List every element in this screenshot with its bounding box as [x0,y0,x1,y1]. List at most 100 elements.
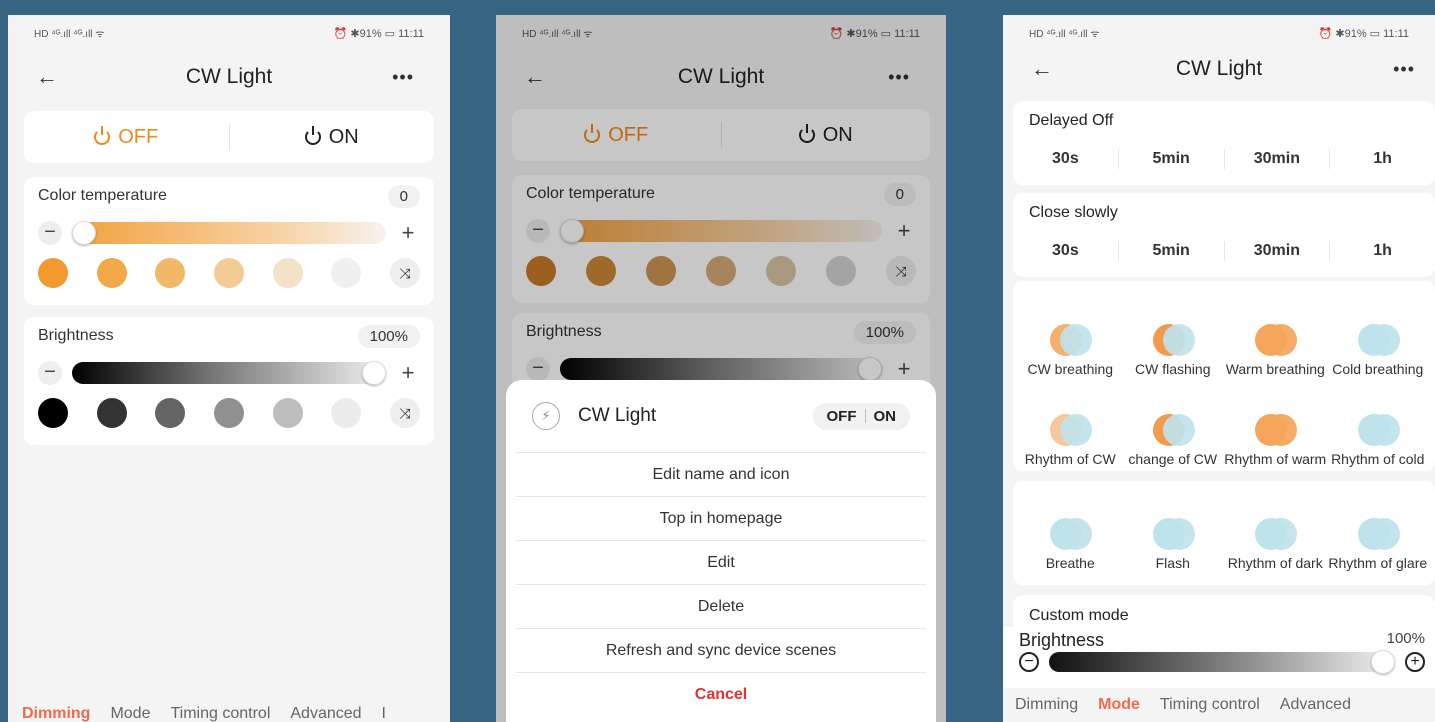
slider-knob[interactable] [362,361,386,385]
mode-icon-right [1367,414,1400,446]
nav-bar: ← CW Light ••• [1003,47,1435,91]
mode-label: Cold breathing [1332,361,1424,377]
increase-brightness-button[interactable]: + [1405,652,1425,672]
device-name: CW Light [578,405,657,426]
preset-swatch[interactable] [38,398,68,428]
mode-label: Breathe [1045,555,1095,571]
time-option[interactable]: 30s [1013,150,1118,168]
tab-mode[interactable]: Mode [110,705,150,722]
time-option[interactable]: 30s [1013,242,1118,260]
on-button[interactable]: ON [230,126,435,149]
temperature-presets: ⤨ [24,251,434,295]
tab-timing-control[interactable]: Timing control [1160,696,1260,714]
mode-bulb-icon [1251,516,1299,552]
mode-item[interactable]: CW breathing [1019,297,1122,377]
time-option[interactable]: 30min [1225,150,1330,168]
mode-icon-right [1265,414,1298,446]
decrease-brightness-button[interactable]: − [1019,652,1039,672]
preset-swatch[interactable] [331,258,362,288]
back-arrow-icon[interactable]: ← [36,64,58,90]
preset-swatch[interactable] [213,398,244,428]
cancel-button[interactable]: Cancel [516,672,926,716]
mode-item[interactable]: Rhythm of warm [1224,387,1327,467]
preset-swatch[interactable] [96,398,127,428]
mode-item[interactable]: Rhythm of CW [1019,387,1122,467]
mode-icon-right [1162,324,1195,356]
back-arrow-icon[interactable]: ← [1031,56,1053,82]
preset-swatch[interactable] [331,398,362,428]
refresh-sync-scenes-item[interactable]: Refresh and sync device scenes [516,628,926,672]
mode-bulb-icon [1149,412,1197,448]
mode-item[interactable]: Rhythm of dark [1224,491,1327,571]
preset-swatch[interactable] [155,258,186,288]
signal-icons: HD ⁴ᴳ.ıll ⁴ᴳ.ıll ᯤ [1029,29,1100,40]
preset-swatch[interactable] [155,398,186,428]
delayed-off-options: 30s 5min 30min 1h [1013,141,1435,177]
mode-icon-right [1060,414,1093,446]
preset-swatch[interactable] [96,258,127,288]
mode-icon-right [1367,518,1400,550]
decrease-temperature-button[interactable]: − [38,221,62,245]
mode-icon-right [1162,414,1195,446]
more-options-icon[interactable]: ••• [392,67,414,88]
tab-i[interactable]: I [382,705,386,722]
mode-item[interactable]: Flash [1122,491,1225,571]
mode-icon-right [1265,518,1298,550]
mode-item[interactable]: Cold breathing [1327,297,1430,377]
edit-name-and-icon-item[interactable]: Edit name and icon [516,452,926,496]
brightness-value: 100% [1386,630,1425,647]
top-in-homepage-item[interactable]: Top in homepage [516,496,926,540]
time-option[interactable]: 5min [1119,242,1224,260]
mode-bulb-icon [1354,516,1402,552]
brightness-slider[interactable] [1049,650,1395,674]
time-option[interactable]: 1h [1330,242,1435,260]
mode-label: Rhythm of CW [1024,451,1116,467]
slider-knob[interactable] [72,221,96,245]
tab-dimming[interactable]: Dimming [22,705,90,722]
shuffle-icon[interactable]: ⤨ [389,398,420,428]
preset-swatch[interactable] [213,258,244,288]
time-option[interactable]: 30min [1225,242,1330,260]
tab-mode[interactable]: Mode [1098,696,1140,714]
cw-modes-card: CW breathing CW flashing Warm breathing Col… [1013,281,1435,471]
mode-item[interactable]: Rhythm of glare [1327,491,1430,571]
tab-timing-control[interactable]: Timing control [170,705,270,722]
tab-dimming[interactable]: Dimming [1015,696,1078,714]
mode-bulb-icon [1046,322,1094,358]
off-on-toggle[interactable]: OFF ON [812,402,910,430]
preset-swatch[interactable] [38,258,68,288]
more-options-icon[interactable]: ••• [1393,59,1415,80]
mode-item[interactable]: Warm breathing [1224,297,1327,377]
tab-advanced[interactable]: Advanced [1280,696,1351,714]
off-button[interactable]: OFF [24,126,229,149]
custom-mode-label[interactable]: Custom mode [1029,607,1129,625]
decrease-brightness-button[interactable]: − [38,361,62,385]
time-option[interactable]: 5min [1119,150,1224,168]
color-temperature-value[interactable]: 0 [387,184,420,208]
mode-item[interactable]: CW flashing [1122,297,1225,377]
brightness-label: Brightness [38,327,114,344]
increase-temperature-button[interactable]: + [396,222,420,244]
delete-item[interactable]: Delete [516,584,926,628]
time-option[interactable]: 1h [1330,150,1435,168]
signal-icons: HD ⁴ᴳ.ıll ⁴ᴳ.ıll ᯤ [34,29,105,40]
shuffle-icon[interactable]: ⤨ [389,258,420,288]
mode-label: Flash [1155,555,1190,571]
slider-knob[interactable] [1371,650,1395,674]
brightness-slider[interactable] [72,361,386,385]
mode-item[interactable]: Rhythm of cold [1327,387,1430,467]
tab-advanced[interactable]: Advanced [290,705,361,722]
preset-swatch[interactable] [272,258,303,288]
toggle-on[interactable]: ON [874,408,897,425]
toggle-off[interactable]: OFF [827,408,857,425]
mode-item[interactable]: Breathe [1019,491,1122,571]
mode-bulb-icon [1149,516,1197,552]
edit-item[interactable]: Edit [516,540,926,584]
on-label: ON [328,125,359,148]
preset-swatch[interactable] [272,398,303,428]
color-temperature-slider[interactable] [72,221,386,245]
increase-brightness-button[interactable]: + [396,362,420,384]
mode-item[interactable]: change of CW [1122,387,1225,467]
brightness-value[interactable]: 100% [357,324,420,348]
phone-screen-dimming: HD ⁴ᴳ.ıll ⁴ᴳ.ıll ᯤ ⏰ ✱91% ▭ 11:11 ← CW L… [8,15,450,722]
